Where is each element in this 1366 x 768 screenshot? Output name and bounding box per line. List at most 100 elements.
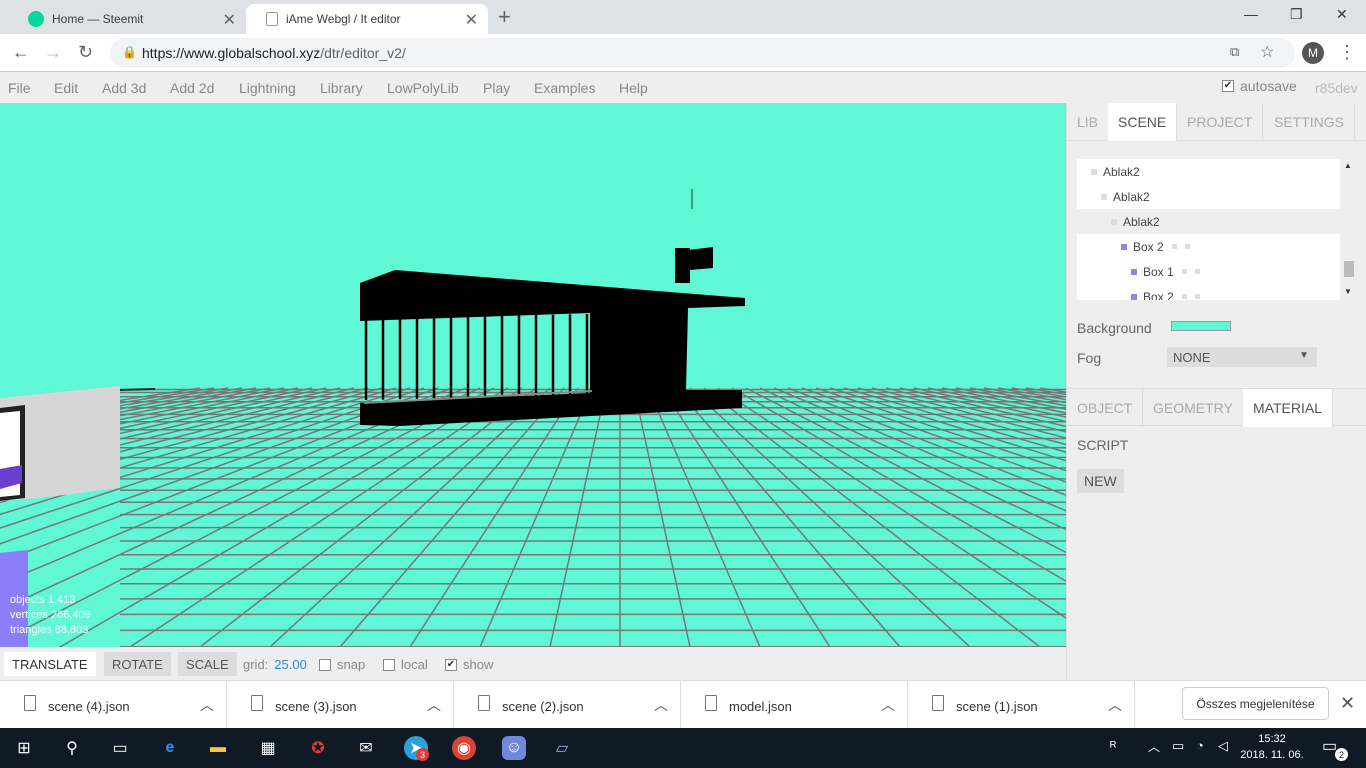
url-path: /dtr/editor_v2/ [320,45,406,61]
download-item[interactable]: scene (4).json ︿ [0,681,227,729]
show-toggle[interactable]: ✔ show [445,657,493,672]
browser-tab-bar: Home — Steemit ✕ iAme Webgl / It editor … [0,0,1366,34]
chrome-menu-icon[interactable]: ⋮ [1338,42,1356,63]
tab-material[interactable]: MATERIAL [1243,389,1333,427]
sidebar-top-tabs: LIB SCENE PROJECT SETTINGS [1067,103,1366,141]
download-item[interactable]: scene (2).json ︿ [454,681,681,729]
menu-add-2d[interactable]: Add 2d [170,80,214,96]
wifi-icon[interactable]: ◔ [1196,738,1204,753]
file-explorer-icon[interactable]: ▬ [206,736,230,760]
browser-tab-editor[interactable]: iAme Webgl / It editor ✕ [246,4,488,34]
back-icon[interactable]: ← [12,42,30,63]
restore-icon[interactable]: ❐ [1290,6,1303,23]
menu-add-3d[interactable]: Add 3d [102,80,146,96]
show-checkbox[interactable]: ✔ [445,658,457,671]
menu-play[interactable]: Play [483,80,510,96]
task-view-icon[interactable]: ▭ [108,736,132,760]
edge-icon[interactable]: e [158,736,182,760]
volume-mute-icon[interactable]: ◁ [1218,738,1228,754]
people-icon[interactable]: ᴿ [1110,738,1116,754]
close-tab-icon[interactable]: ✕ [223,10,236,30]
outliner-item[interactable]: Ablak2 [1077,159,1340,184]
scene-render [0,189,1066,647]
outliner-item[interactable]: Box 2 [1077,284,1340,300]
tab-project[interactable]: PROJECT [1177,103,1264,141]
outliner-item[interactable]: Box 1 [1077,259,1340,284]
download-item[interactable]: scene (1).json ︿ [908,681,1135,729]
geometry-icon [1181,294,1187,299]
scale-button[interactable]: SCALE [178,652,237,676]
minimize-icon[interactable]: — [1244,6,1258,22]
outliner-scrollbar[interactable]: ▲ ▼ [1342,159,1354,300]
show-all-downloads-button[interactable]: Összes megjelenítése [1182,687,1329,720]
snap-toggle[interactable]: snap [319,657,365,672]
tab-scene[interactable]: SCENE [1108,103,1178,141]
rotate-button[interactable]: ROTATE [104,652,171,676]
mail-icon[interactable]: ✉ [354,736,378,760]
windows-start-icon[interactable]: ⊞ [12,736,36,760]
local-toggle[interactable]: local [383,657,428,672]
profile-avatar[interactable]: M [1302,42,1324,64]
chevron-up-icon[interactable]: ︿ [427,695,441,715]
grid-line [549,387,607,647]
tab-lib[interactable]: LIB [1067,103,1110,141]
outliner-item[interactable]: Ablak2 [1077,184,1340,209]
menu-lightning[interactable]: Lightning [239,80,296,96]
tab-geometry[interactable]: GEOMETRY [1143,389,1244,427]
local-checkbox[interactable] [383,658,395,671]
download-shelf: scene (4).json ︿ scene (3).json ︿ scene … [0,680,1366,729]
fog-select[interactable]: NONE ▼ [1167,347,1317,367]
menu-help[interactable]: Help [619,80,648,96]
outliner-item[interactable]: Box 2 [1077,234,1340,259]
scroll-thumb[interactable] [1344,261,1354,277]
grid-input[interactable]: 25.00 [274,657,307,672]
3d-viewport[interactable]: objects 1,413 vertices 266,409 triangles… [0,103,1066,647]
scene-line [119,388,156,391]
close-tab-icon[interactable]: ✕ [465,10,478,30]
battery-icon[interactable]: ▭ [1172,738,1184,754]
chrome-icon[interactable]: ◉ [452,736,476,760]
url-input[interactable]: 🔒 https://www.globalschool.xyz/dtr/edito… [110,38,1295,68]
system-clock[interactable]: 15:32 2018. 11. 06. [1240,731,1304,763]
menu-file[interactable]: File [8,80,31,96]
menu-library[interactable]: Library [320,80,363,96]
close-shelf-icon[interactable]: ✕ [1340,693,1355,714]
chevron-up-icon[interactable]: ︿ [1108,695,1122,715]
bookmark-star-icon[interactable]: ☆ [1260,42,1274,62]
store-icon[interactable]: ▦ [256,736,280,760]
reload-icon[interactable]: ↻ [78,42,93,63]
scroll-up-icon[interactable]: ▲ [1344,161,1352,170]
download-item[interactable]: model.json ︿ [681,681,908,729]
notepad-icon[interactable]: ▱ [550,736,574,760]
download-item[interactable]: scene (3).json ︿ [227,681,454,729]
close-window-icon[interactable]: ✕ [1336,6,1348,23]
discord-icon[interactable]: ☺ [502,736,526,760]
forward-icon[interactable]: → [44,42,62,63]
chevron-up-icon[interactable]: ︿ [654,695,668,715]
chevron-up-icon[interactable]: ︿ [1148,738,1160,755]
chevron-up-icon[interactable]: ︿ [200,695,214,715]
outliner-item-label: Ablak2 [1113,189,1150,204]
app-red-icon[interactable]: ✪ [306,736,330,760]
autosave-toggle[interactable]: ✔ autosave [1222,78,1297,94]
autosave-checkbox[interactable]: ✔ [1222,80,1234,92]
menu-examples[interactable]: Examples [534,80,595,96]
menu-edit[interactable]: Edit [54,80,78,96]
new-tab-icon[interactable]: + [498,4,511,30]
tab-settings[interactable]: SETTINGS [1264,103,1356,141]
menu-lowpolylib[interactable]: LowPolyLib [387,80,459,96]
new-script-button[interactable]: NEW [1077,469,1124,493]
chevron-up-icon[interactable]: ︿ [881,695,895,715]
background-color-picker[interactable] [1171,321,1231,331]
tab-object[interactable]: OBJECT [1067,389,1144,427]
browser-tab-steemit[interactable]: Home — Steemit ✕ [8,4,246,34]
geometry-icon [1171,244,1177,249]
translate-button[interactable]: TRANSLATE [4,652,96,676]
snap-checkbox[interactable] [319,658,331,671]
scroll-down-icon[interactable]: ▼ [1344,287,1352,296]
steemit-favicon-icon [28,11,44,27]
translate-icon[interactable]: ⧉ [1230,44,1239,60]
scene-outliner[interactable]: Ablak2 Ablak2 Ablak2 Box 2 Box 1 Box 2 [1077,159,1340,300]
outliner-item-selected[interactable]: Ablak2 [1077,209,1340,234]
search-icon[interactable]: ⚲ [60,736,84,760]
